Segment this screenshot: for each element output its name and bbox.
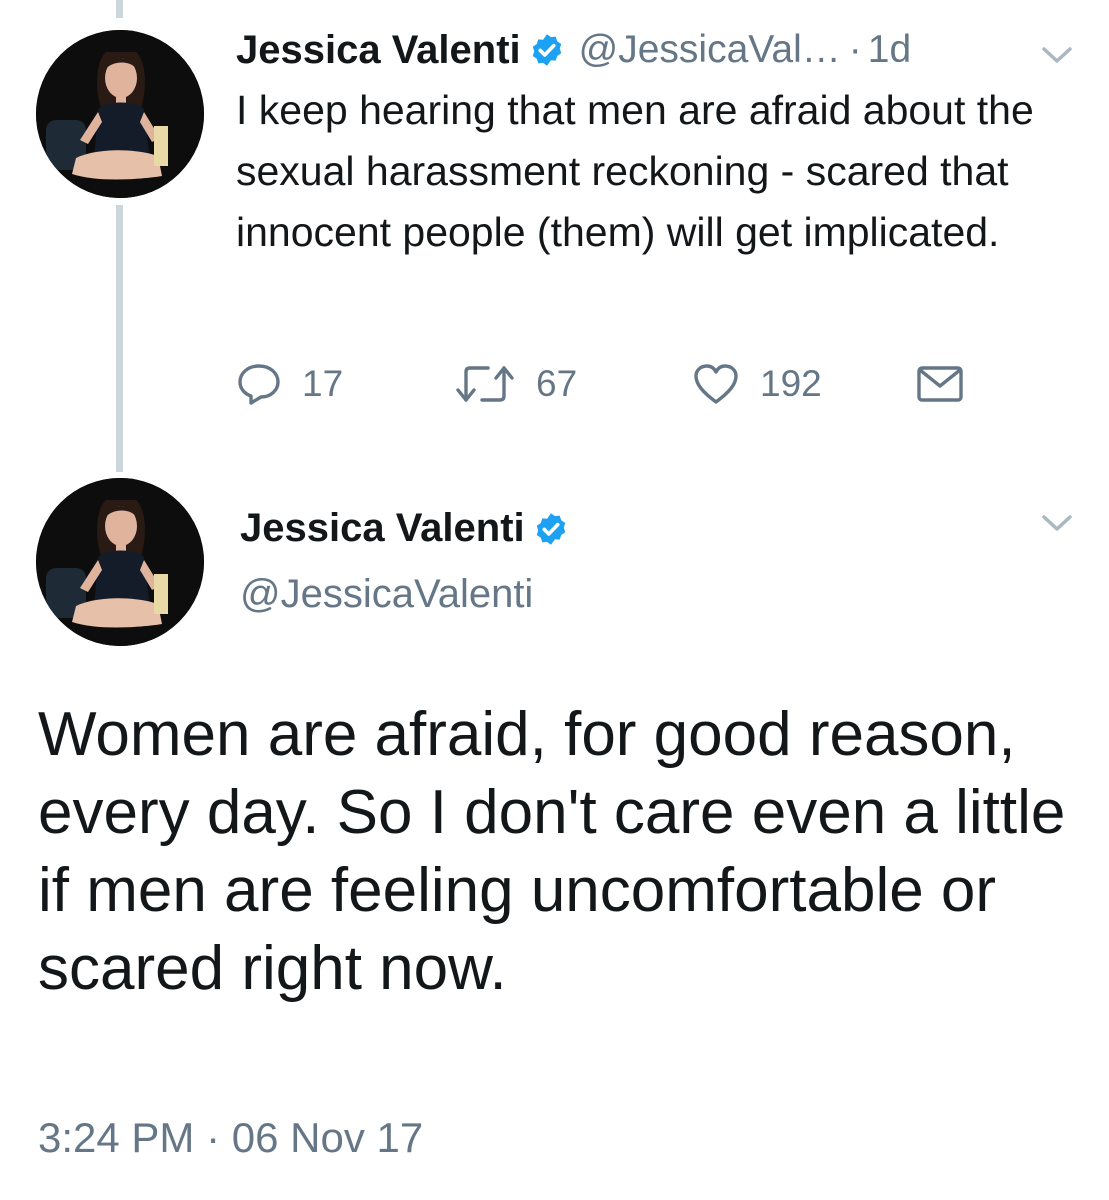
reply-count: 17 [302, 363, 344, 404]
thread-connector [116, 205, 123, 472]
like-button[interactable]: 192 [692, 356, 822, 412]
author-handle[interactable]: @JessicaValenti [240, 572, 533, 617]
author-name[interactable]: Jessica Valenti [240, 506, 525, 551]
avatar[interactable] [36, 478, 204, 646]
heart-icon [694, 364, 738, 404]
direct-message-button[interactable] [916, 356, 964, 412]
tweet-actions: 17 67 192 [236, 356, 996, 412]
avatar-photo [36, 478, 204, 646]
reply-icon [238, 364, 280, 405]
thread-connector-top [116, 0, 123, 18]
like-count: 192 [760, 363, 822, 404]
tweet-text: Women are afraid, for good reason, every… [38, 700, 1066, 1003]
tweet-header: Jessica Valenti [240, 506, 569, 551]
retweet-button[interactable]: 67 [454, 356, 577, 412]
chevron-down-icon[interactable] [1040, 44, 1074, 66]
avatar-photo [36, 30, 204, 198]
author-name[interactable]: Jessica Valenti [236, 28, 521, 73]
separator-dot: · [848, 28, 862, 71]
reply-button[interactable]: 17 [236, 356, 343, 412]
chevron-down-icon[interactable] [1040, 512, 1074, 534]
retweet-icon [456, 366, 514, 402]
retweet-count: 67 [536, 363, 578, 404]
verified-badge-icon [533, 511, 569, 547]
tweet-thread: Jessica Valenti @JessicaVal… · 1d I keep… [0, 0, 1109, 1200]
tweet-header: Jessica Valenti @JessicaVal… · 1d [236, 22, 911, 78]
avatar[interactable] [36, 30, 204, 198]
tweet-time[interactable]: 1d [868, 28, 911, 72]
envelope-icon [917, 366, 963, 402]
tweet-timestamp[interactable]: 3:24 PM · 06 Nov 17 [38, 1114, 423, 1162]
author-handle[interactable]: @JessicaVal… [579, 28, 841, 72]
verified-badge-icon [529, 32, 565, 68]
tweet-text: I keep hearing that men are afraid about… [236, 87, 1034, 255]
